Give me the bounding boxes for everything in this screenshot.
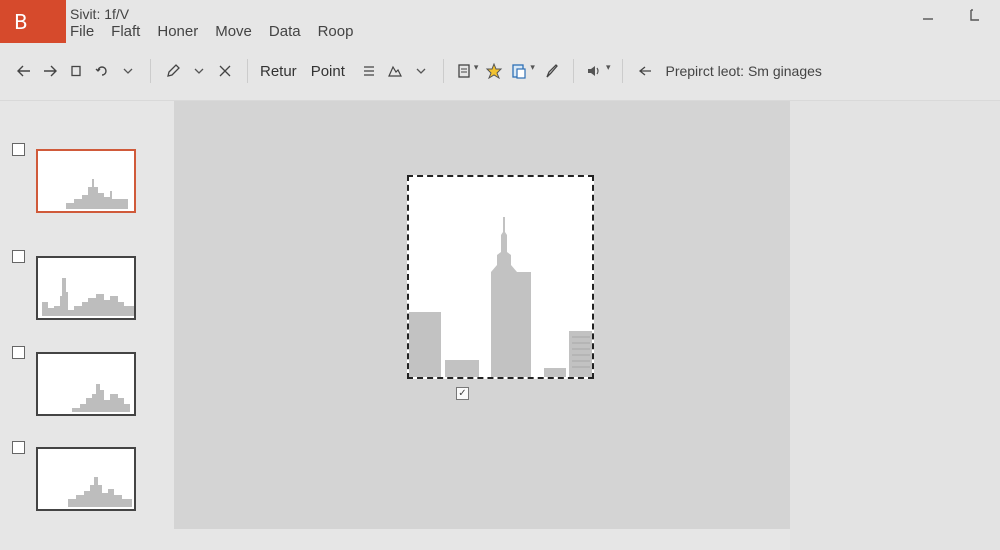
skyline-thumbnail-icon (66, 179, 128, 209)
menu-data[interactable]: Data (269, 23, 301, 40)
selected-image[interactable] (407, 175, 594, 379)
menu-move[interactable]: Move (215, 23, 252, 40)
right-gutter (790, 101, 1000, 550)
app-logo[interactable]: B (0, 0, 66, 43)
thumbnail-checkbox[interactable] (12, 346, 25, 359)
pencil-icon[interactable] (163, 58, 183, 84)
menu-bar: File Flaft Honer Move Data Roop (70, 23, 370, 40)
skyline-thumbnail-icon (68, 477, 132, 507)
document-icon[interactable]: ▾ (456, 58, 478, 84)
window-controls (920, 8, 982, 24)
chevron-down-icon[interactable] (189, 58, 209, 84)
chevron-down-icon[interactable] (118, 58, 138, 84)
skyline-thumbnail-icon (72, 384, 130, 412)
thumbnail-checkbox[interactable] (12, 143, 25, 156)
toolbar: Retur Point ▾ ▾ ▾ Prepirct leot: Sm gina… (0, 52, 1000, 90)
thumbnail-row (12, 346, 152, 416)
menu-flaft[interactable]: Flaft (111, 23, 140, 40)
toolbar-divider (442, 59, 444, 83)
close-icon[interactable] (215, 58, 235, 84)
star-icon[interactable] (484, 58, 504, 84)
audio-icon[interactable]: ▾ (586, 58, 610, 84)
thumbnail-row (12, 250, 152, 320)
thumbnail-slide[interactable] (36, 447, 136, 511)
toolbar-divider (572, 59, 574, 83)
toolbar-divider (622, 59, 624, 83)
search-status-text[interactable]: Prepirct leot: Sm ginages (665, 63, 821, 79)
brush-icon[interactable] (541, 58, 561, 84)
thumbnail-row (12, 143, 152, 213)
minimize-icon[interactable] (920, 8, 936, 24)
image-checkbox[interactable]: ✓ (456, 387, 469, 400)
menu-honer[interactable]: Honer (157, 23, 198, 40)
toolbar-divider (247, 59, 248, 83)
shape-icon[interactable] (385, 58, 405, 84)
paste-icon[interactable]: ▾ (510, 58, 535, 84)
menu-file[interactable]: File (70, 23, 94, 40)
thumbnail-checkbox[interactable] (12, 250, 25, 263)
align-icon[interactable] (359, 58, 379, 84)
arrow-left-icon[interactable] (635, 58, 655, 84)
thumbnail-slide[interactable] (36, 149, 136, 213)
menu-roop[interactable]: Roop (318, 23, 354, 40)
retur-button[interactable]: Retur (260, 63, 297, 80)
thumbnail-slide[interactable] (36, 352, 136, 416)
window-title: Sivit: 1f/V (70, 6, 130, 22)
app-logo-letter: B (14, 9, 28, 34)
point-button[interactable]: Point (311, 63, 345, 80)
back-arrow-icon[interactable] (14, 58, 34, 84)
skyline-thumbnail-icon (42, 278, 134, 316)
restore-icon[interactable] (966, 8, 982, 24)
thumbnail-slide[interactable] (36, 256, 136, 320)
thumbnail-panel (0, 101, 165, 550)
rotate-icon[interactable] (92, 58, 112, 84)
chevron-down-icon[interactable] (411, 58, 431, 84)
toolbar-divider (150, 59, 151, 83)
forward-arrow-icon[interactable] (40, 58, 60, 84)
square-icon[interactable] (66, 58, 86, 84)
thumbnail-checkbox[interactable] (12, 441, 25, 454)
thumbnail-row (12, 441, 152, 511)
skyline-image (409, 217, 592, 377)
